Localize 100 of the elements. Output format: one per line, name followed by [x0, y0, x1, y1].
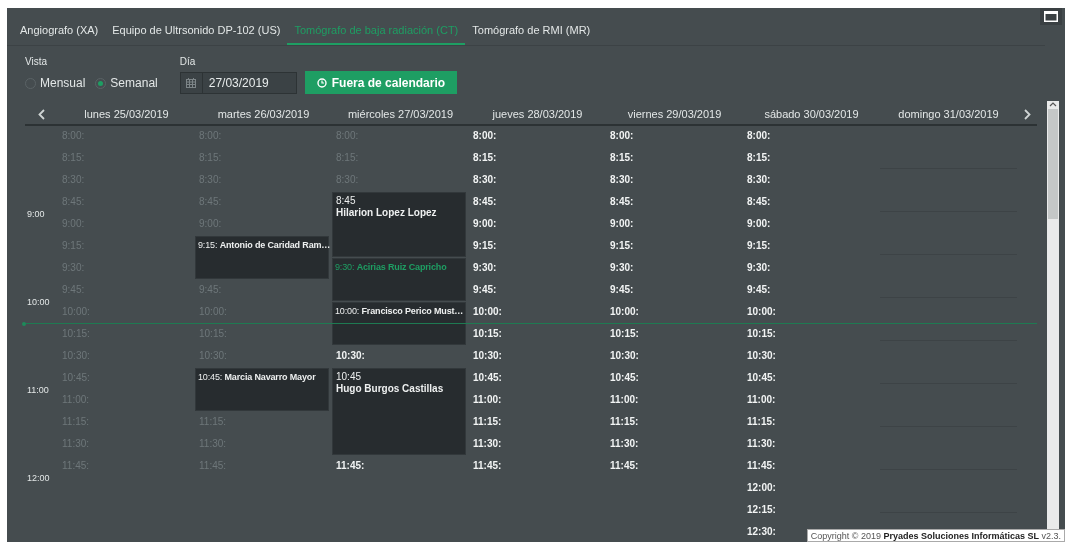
time-slot[interactable]: 9:30: [743, 258, 771, 280]
clock-icon [316, 77, 327, 88]
scroll-up-icon[interactable] [1049, 101, 1057, 107]
time-slot[interactable]: 9:15: [743, 236, 771, 258]
device-tab[interactable]: Angiografo (XA) [13, 20, 106, 45]
time-slot[interactable]: 8:15: [469, 148, 497, 170]
time-slot[interactable]: 11:00: [606, 390, 639, 412]
day-header: martes 26/03/2019 [216, 108, 311, 120]
maximize-button[interactable] [1040, 8, 1062, 25]
appointment-card[interactable]: 8:45 Hilarion Lopez Lopez [332, 192, 466, 257]
patient-name: Francisco Perico Must… [361, 306, 464, 316]
time-slot[interactable]: 10:30: [743, 346, 776, 368]
appointment-time: 10:45 [336, 371, 363, 383]
time-slot[interactable]: 11:30: [469, 434, 502, 456]
time-slot[interactable]: 10:30: [606, 346, 639, 368]
patient-name: Acirias Ruiz Capricho [356, 262, 447, 272]
time-slot[interactable]: 12:30: [743, 522, 776, 542]
view-radio[interactable]: Mensual [25, 76, 86, 90]
time-slot[interactable]: 9:00: [743, 214, 771, 236]
appointment-time: 9:15: [198, 240, 218, 250]
view-radio[interactable]: Semanal [95, 76, 158, 90]
calendar-icon [186, 77, 197, 88]
device-tab[interactable]: Tomógrafo de RMI (MR) [465, 20, 598, 45]
appointment-time: 9:30: [335, 262, 355, 272]
time-slot[interactable]: 10:45: [743, 368, 776, 390]
time-slot[interactable]: 8:30: [743, 170, 771, 192]
time-slot[interactable]: 10:15: [606, 324, 639, 346]
day-header: jueves 28/03/2019 [491, 108, 584, 120]
time-slot[interactable]: 9:00: [606, 214, 634, 236]
appointment-card[interactable]: 9:30: Acirias Ruiz Capricho [332, 258, 466, 301]
time-slot[interactable]: 8:45: [743, 192, 771, 214]
day-header: sábado 30/03/2019 [763, 108, 860, 120]
chevron-right-icon [1023, 108, 1031, 120]
appointment-card[interactable]: 9:15: Antonio de Caridad Ram… [195, 236, 329, 279]
time-slot[interactable]: 11:15: [606, 412, 639, 434]
time-slot[interactable]: 8:00: [606, 126, 634, 148]
time-slot[interactable]: 10:45: [606, 368, 639, 390]
appointment-card[interactable]: 10:45 Hugo Burgos Castillas [332, 368, 466, 455]
patient-name: Hugo Burgos Castillas [336, 383, 445, 395]
time-slot[interactable]: 8:00: [469, 126, 497, 148]
time-slot[interactable]: 11:30: [606, 434, 639, 456]
time-slot[interactable]: 8:45: [606, 192, 634, 214]
time-slot[interactable]: 9:45: [743, 280, 771, 302]
time-slot[interactable]: 10:00: [743, 302, 776, 324]
device-tab[interactable]: Equipo de Ultrsonido DP-102 (US) [105, 20, 288, 45]
time-slot[interactable]: 10:00: [606, 302, 639, 324]
appointment-time: 10:00: [335, 306, 360, 316]
appointment-time: 10:45: [198, 372, 223, 382]
time-slot[interactable]: 10:00: [469, 302, 502, 324]
copyright-text: Copyright © 2019 Pryades Soluciones Informáticas SL v2.3. [806, 529, 1065, 542]
time-slot[interactable]: 9:15: [469, 236, 497, 258]
time-slot[interactable]: 9:30: [469, 258, 497, 280]
patient-name: Hilarion Lopez Lopez [336, 207, 438, 219]
time-slot[interactable]: 11:45: [743, 456, 776, 478]
time-slot[interactable]: 11:45: [332, 456, 365, 478]
time-slot[interactable]: 10:30: [332, 346, 365, 368]
time-slot[interactable]: 12:00: [743, 478, 776, 500]
scrollbar-thumb[interactable] [1048, 109, 1058, 219]
date-field[interactable]: 27/03/2019 [179, 71, 297, 94]
time-slot[interactable]: 11:00: [469, 390, 502, 412]
date-input[interactable]: 27/03/2019 [202, 74, 296, 91]
chevron-left-icon [38, 108, 45, 120]
time-slot[interactable]: 8:00: [743, 126, 771, 148]
time-slot[interactable]: 11:45: [469, 456, 502, 478]
day-header: miércoles 27/03/2019 [346, 108, 455, 120]
time-slot[interactable]: 8:15: [606, 148, 634, 170]
day-header: viernes 29/03/2019 [626, 108, 723, 120]
time-slot[interactable]: 11:15: [469, 412, 502, 434]
time-slot[interactable]: 11:15: [743, 412, 776, 434]
time-slot[interactable]: 8:30: [469, 170, 497, 192]
time-slot[interactable]: 9:30: [606, 258, 634, 280]
appointment-card[interactable]: 10:00: Francisco Perico Must… [332, 302, 466, 345]
time-slot[interactable]: 9:45: [469, 280, 497, 302]
time-slot[interactable]: 10:45: [469, 368, 502, 390]
hour-label: 11:00 [27, 385, 49, 395]
day-header: domingo 31/03/2019 [897, 108, 1000, 120]
time-slot[interactable]: 11:30: [743, 434, 776, 456]
maximize-icon [1044, 11, 1058, 22]
patient-name: Marcia Navarro Mayor [224, 372, 316, 382]
time-slot[interactable]: 10:15: [743, 324, 776, 346]
time-slot[interactable]: 11:00: [743, 390, 776, 412]
appointment-card[interactable]: 10:45: Marcia Navarro Mayor [195, 368, 329, 411]
hour-label: 12:00 [27, 473, 50, 483]
time-slot[interactable]: 11:45: [606, 456, 639, 478]
view-label: Vista [25, 56, 49, 67]
time-slot[interactable]: 9:15: [606, 236, 634, 258]
hour-label: 9:00 [27, 209, 45, 219]
day-header: lunes 25/03/2019 [83, 108, 170, 120]
time-slot[interactable]: 9:00: [469, 214, 497, 236]
time-slot[interactable]: 10:15: [469, 324, 502, 346]
time-slot[interactable]: 12:15: [743, 500, 776, 522]
time-slot[interactable]: 10:30: [469, 346, 502, 368]
time-slot[interactable]: 8:15: [743, 148, 771, 170]
day-label: Día [179, 56, 197, 67]
time-slot[interactable]: 8:45: [469, 192, 497, 214]
hour-label: 10:00 [27, 297, 50, 307]
time-slot[interactable]: 8:30: [606, 170, 634, 192]
appointment-time: 8:45 [336, 195, 357, 207]
patient-name: Antonio de Caridad Ram… [219, 240, 331, 250]
time-slot[interactable]: 9:45: [606, 280, 634, 302]
